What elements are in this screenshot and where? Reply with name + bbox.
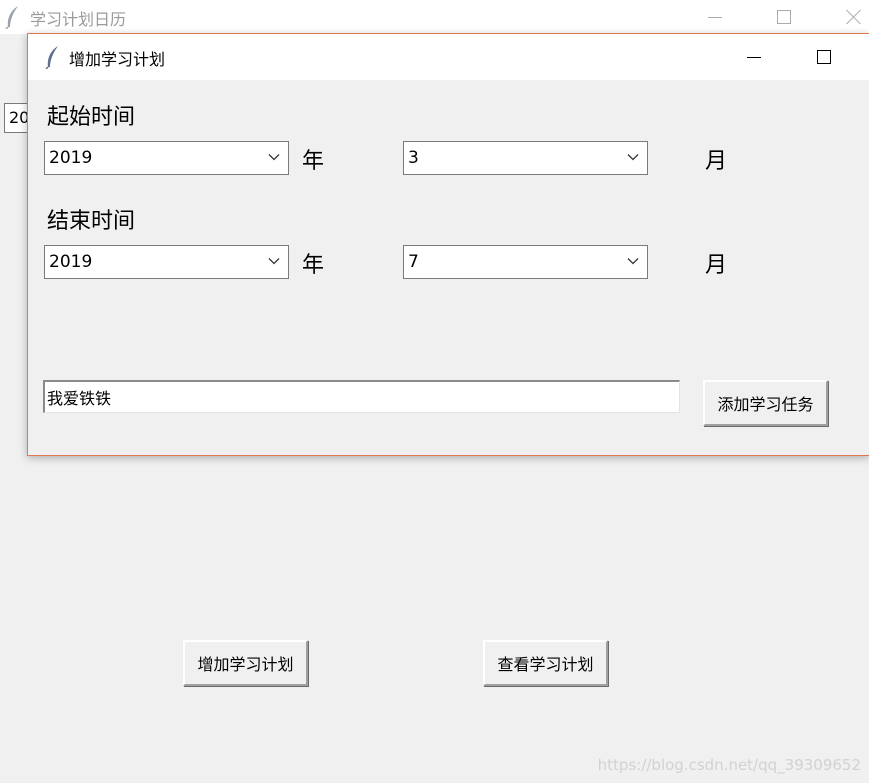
- start-time-label: 起始时间: [47, 105, 136, 130]
- view-study-plan-button[interactable]: 查看学习计划: [483, 640, 608, 686]
- end-year-value: 2019: [49, 252, 93, 272]
- chevron-down-icon[interactable]: [268, 151, 280, 163]
- minimize-icon: [708, 16, 722, 18]
- start-year-combobox[interactable]: 2019: [44, 141, 289, 175]
- start-month-unit: 月: [705, 149, 728, 174]
- watermark: https://blog.csdn.net/qq_39309652: [597, 756, 861, 774]
- close-icon: [846, 9, 862, 25]
- chevron-down-icon[interactable]: [627, 255, 639, 267]
- end-month-value: 7: [408, 252, 419, 272]
- end-year-unit: 年: [302, 253, 325, 278]
- end-month-combobox[interactable]: 7: [403, 245, 648, 279]
- main-year-combobox[interactable]: 20: [4, 103, 28, 133]
- start-month-value: 3: [408, 148, 419, 168]
- task-entry[interactable]: [43, 380, 680, 413]
- dialog-maximize-button[interactable]: [801, 34, 847, 80]
- end-month-unit: 月: [705, 253, 728, 278]
- end-year-combobox[interactable]: 2019: [44, 245, 289, 279]
- start-year-value: 2019: [49, 148, 93, 168]
- start-month-combobox[interactable]: 3: [403, 141, 648, 175]
- maximize-icon: [777, 10, 791, 24]
- add-study-plan-button[interactable]: 增加学习计划: [183, 640, 308, 686]
- main-maximize-button[interactable]: [761, 0, 807, 34]
- feather-icon: [5, 6, 18, 29]
- add-study-task-button[interactable]: 添加学习任务: [703, 380, 828, 426]
- dialog-titlebar[interactable]: 增加学习计划: [28, 34, 869, 80]
- end-time-label: 结束时间: [47, 209, 136, 234]
- feather-icon: [45, 46, 58, 69]
- main-minimize-button[interactable]: [692, 0, 738, 34]
- minimize-icon: [747, 56, 761, 58]
- dialog-title: 增加学习计划: [69, 50, 166, 69]
- main-titlebar[interactable]: 学习计划日历: [0, 0, 869, 34]
- maximize-icon: [817, 50, 831, 64]
- start-year-unit: 年: [302, 149, 325, 174]
- main-close-button[interactable]: [831, 0, 869, 34]
- chevron-down-icon[interactable]: [268, 255, 280, 267]
- dialog-minimize-button[interactable]: [731, 34, 777, 80]
- chevron-down-icon[interactable]: [627, 151, 639, 163]
- add-plan-dialog: 增加学习计划 起始时间 2019 年 3 月 结束时间 2019 年 7 月 我…: [27, 33, 869, 456]
- main-window-title: 学习计划日历: [30, 10, 127, 29]
